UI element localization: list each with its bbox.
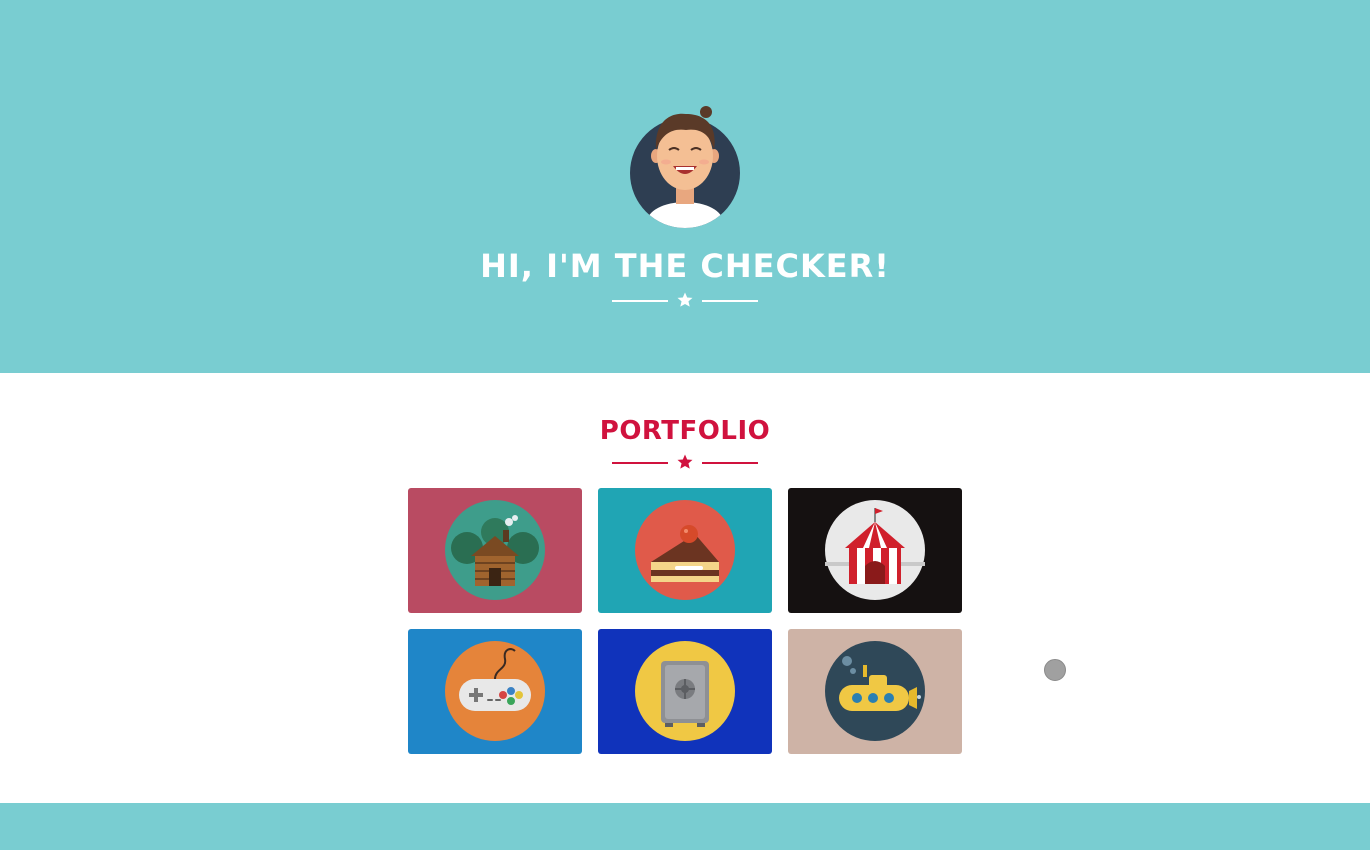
circus-tent-icon — [825, 500, 925, 600]
star-icon — [677, 454, 693, 469]
safe-icon — [635, 641, 735, 741]
avatar-smiling-man-icon — [630, 106, 740, 228]
footer-band — [0, 803, 1370, 850]
portfolio-item-circus[interactable] — [788, 488, 962, 613]
portfolio-item-log-cabin[interactable] — [408, 488, 582, 613]
submarine-icon — [825, 641, 925, 741]
portfolio-item-cake[interactable] — [598, 488, 772, 613]
log-cabin-icon — [445, 500, 545, 600]
game-controller-icon — [445, 641, 545, 741]
portfolio-item-safe[interactable] — [598, 629, 772, 754]
portfolio-divider — [612, 453, 758, 473]
hero-title: HI, I'M THE CHECKER! — [480, 247, 890, 285]
cake-slice-icon — [635, 500, 735, 600]
divider-line-left — [612, 300, 668, 302]
portfolio-item-submarine[interactable] — [788, 629, 962, 754]
divider-line-right — [702, 462, 758, 464]
portfolio-item-game-controller[interactable] — [408, 629, 582, 754]
hero-divider — [612, 291, 758, 311]
divider-line-right — [702, 300, 758, 302]
star-icon — [677, 292, 693, 307]
hero-header: HI, I'M THE CHECKER! — [0, 0, 1370, 373]
cursor-dot-icon — [1044, 659, 1066, 681]
portfolio-title: PORTFOLIO — [599, 416, 771, 446]
divider-line-left — [612, 462, 668, 464]
